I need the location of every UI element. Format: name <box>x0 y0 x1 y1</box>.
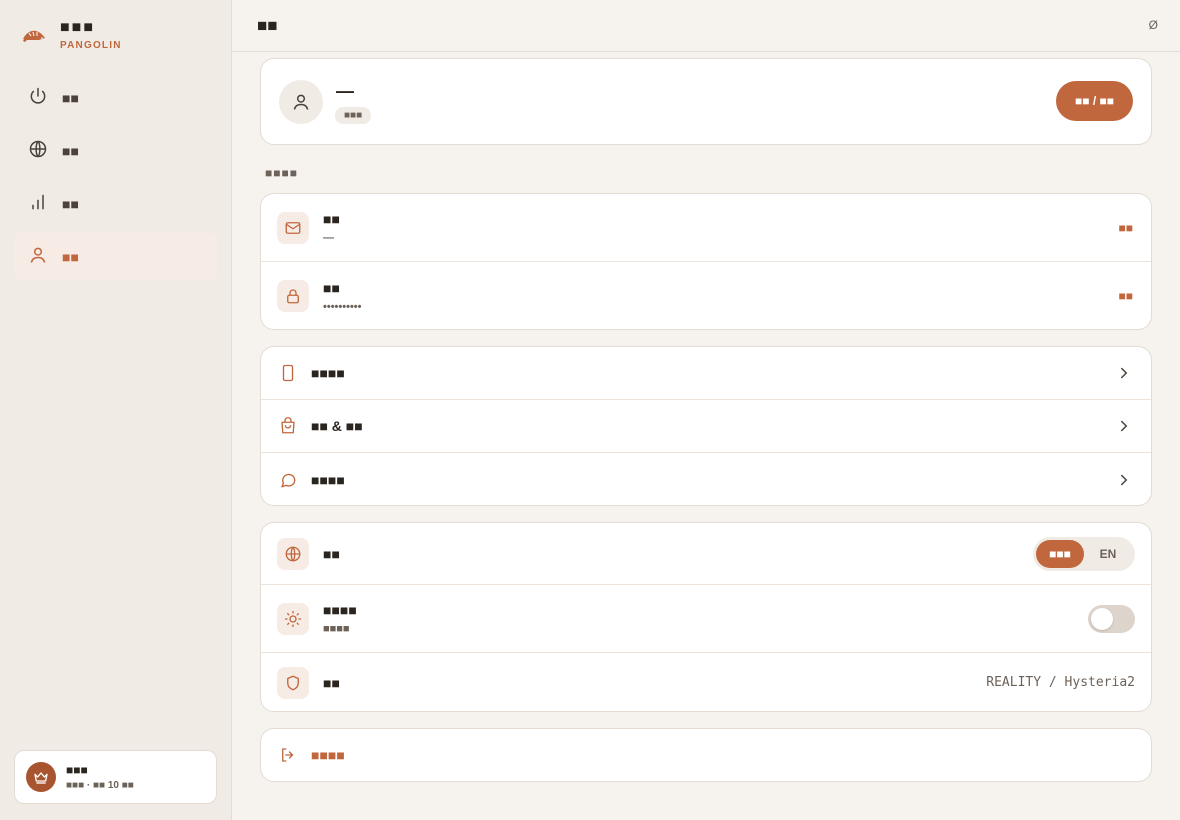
chat-icon <box>277 471 299 489</box>
lock-icon <box>277 280 309 312</box>
tier-badge: ■■■ <box>335 107 372 124</box>
menu-item-label: ■■■■ <box>311 471 345 488</box>
menu-item-support[interactable]: ■■■■ <box>261 453 1151 506</box>
plan-subtitle: ■■■ · ■■ 10 ■■ <box>66 780 134 791</box>
shield-icon <box>277 666 309 699</box>
toggle-knob <box>1091 608 1113 630</box>
protocol-label: ■■ <box>323 674 340 691</box>
topbar: ■■ Ø <box>232 0 1180 52</box>
power-icon <box>28 86 48 109</box>
preferences-card: ■■ ■■■ EN ■■■■ ■■■■ ■■ REALITY / Hysteri… <box>260 522 1152 712</box>
sidebar-item-label: ■■ <box>62 195 79 212</box>
sidebar-item-stats[interactable]: ■■ <box>14 179 217 228</box>
plan-card[interactable]: ■■■ ■■■ · ■■ 10 ■■ <box>14 750 217 804</box>
language-switch: ■■■ EN <box>1033 537 1135 571</box>
login-register-button[interactable]: ■■ / ■■ <box>1056 81 1133 121</box>
menu-item-label: ■■ & ■■ <box>311 418 363 434</box>
sidebar-item-connect[interactable]: ■■ <box>14 73 217 122</box>
sidebar-nav: ■■ ■■ ■■ ■■ <box>14 73 217 285</box>
sidebar-item-label: ■■ <box>62 142 79 159</box>
mail-icon <box>277 211 309 244</box>
theme-toggle[interactable] <box>1088 605 1135 633</box>
password-edit-link[interactable]: ■■ <box>1119 289 1134 303</box>
password-value: •••••••••• <box>323 300 362 313</box>
theme-subtitle: ■■■■ <box>323 623 350 635</box>
menu-item-label: ■■■■ <box>311 365 345 381</box>
plan-title: ■■■ <box>66 763 88 777</box>
crown-icon <box>26 762 56 792</box>
bag-icon <box>277 417 299 435</box>
brand: ■■■ PANGOLIN <box>20 18 122 54</box>
theme-label: ■■■■ <box>323 602 357 618</box>
language-option-zh[interactable]: ■■■ <box>1036 540 1084 568</box>
brand-name: ■■■ <box>60 19 95 36</box>
sidebar-item-nodes[interactable]: ■■ <box>14 126 217 175</box>
stats-icon <box>28 192 48 215</box>
language-label: ■■ <box>323 545 340 562</box>
language-row: ■■ ■■■ EN <box>261 523 1151 585</box>
pangolin-logo-icon <box>20 18 48 54</box>
protocol-row: ■■ REALITY / Hysteria2 <box>261 653 1151 712</box>
page-title: ■■ <box>257 16 278 35</box>
logout-button[interactable]: ■■■■ <box>260 728 1152 782</box>
email-edit-link[interactable]: ■■ <box>1119 221 1134 235</box>
chevron-right-icon <box>1121 420 1128 432</box>
chevron-right-icon <box>1121 367 1128 379</box>
email-value: — <box>323 232 334 244</box>
password-label: ■■ <box>323 279 340 296</box>
avatar <box>279 80 323 124</box>
logout-icon <box>277 746 299 764</box>
user-icon <box>28 245 48 268</box>
email-label: ■■ <box>323 211 340 227</box>
header-status: Ø <box>1148 18 1158 32</box>
protocol-value: REALITY / Hysteria2 <box>986 675 1135 690</box>
account-card: ■■ — ■■ ■■ •••••••••• ■■ <box>260 193 1152 330</box>
logout-label: ■■■■ <box>311 747 345 763</box>
globe-icon <box>277 537 309 570</box>
globe-icon <box>28 139 48 162</box>
chevron-right-icon <box>1121 474 1128 485</box>
menu-item-orders[interactable]: ■■ & ■■ <box>261 400 1151 453</box>
sidebar-item-label: ■■ <box>62 248 79 265</box>
language-option-en[interactable]: EN <box>1084 540 1132 568</box>
phone-icon <box>277 364 299 382</box>
sidebar: ■■■ PANGOLIN ■■ ■■ ■■ ■■ ■■■ ■■■ · ■■ 10… <box>0 0 232 820</box>
theme-row: ■■■■ ■■■■ <box>261 585 1151 653</box>
menu-card: ■■■■ ■■ & ■■ ■■■■ <box>260 346 1152 506</box>
profile-name: — <box>336 81 354 101</box>
sidebar-item-account[interactable]: ■■ <box>14 232 217 281</box>
account-section-label: ■■■■ <box>265 166 298 180</box>
brand-subtitle: PANGOLIN <box>60 40 122 51</box>
sun-icon <box>277 602 309 635</box>
menu-item-devices[interactable]: ■■■■ <box>261 347 1151 400</box>
password-row: ■■ •••••••••• ■■ <box>261 262 1151 330</box>
sidebar-item-label: ■■ <box>62 89 79 106</box>
profile-card: — ■■■ ■■ / ■■ <box>260 58 1152 145</box>
email-row: ■■ — ■■ <box>261 194 1151 262</box>
